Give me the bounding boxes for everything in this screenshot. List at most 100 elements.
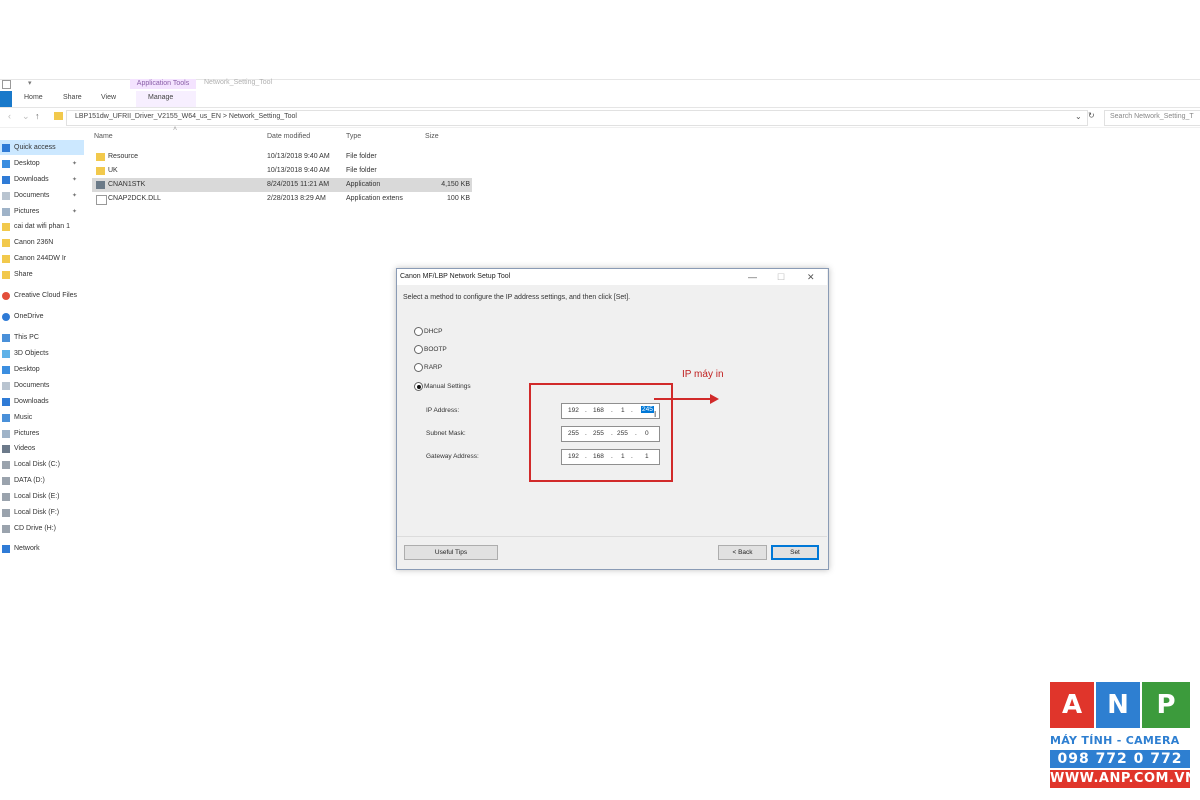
set-button[interactable]: Set — [771, 545, 819, 560]
dll-icon — [96, 195, 107, 205]
sidebar-item-label: Pictures — [14, 208, 40, 215]
sidebar-item[interactable]: OneDrive — [0, 309, 84, 324]
radio-dhcp[interactable] — [414, 327, 423, 336]
sidebar-item[interactable]: Local Disk (E:) — [0, 489, 84, 504]
radio-bootp[interactable] — [414, 345, 423, 354]
sidebar-item[interactable]: DATA (D:) — [0, 473, 84, 488]
sidebar-item-label: Documents — [14, 382, 50, 389]
chevron-down-icon[interactable]: ⌄ — [1075, 112, 1082, 121]
minimize-icon[interactable]: — — [748, 272, 757, 282]
sidebar-item[interactable]: Videos — [0, 441, 84, 456]
logo-website: WWW.ANP.COM.VN — [1050, 770, 1197, 788]
sidebar-item-label: Local Disk (F:) — [14, 509, 60, 516]
file-type: File folder — [346, 167, 377, 174]
pictures-icon — [2, 207, 10, 216]
sidebar-item-label: Canon 244DW Ir — [14, 255, 67, 262]
column-size[interactable]: Size — [425, 133, 439, 140]
properties-icon[interactable] — [2, 80, 11, 89]
sidebar-item-label: Local Disk (C:) — [14, 461, 60, 468]
up-arrow-icon[interactable]: ↑ — [35, 111, 40, 121]
sidebar-item[interactable]: 3D Objects — [0, 346, 84, 361]
drive-icon — [2, 508, 10, 517]
cloud-icon — [2, 291, 10, 300]
sidebar-item-label: This PC — [14, 334, 39, 341]
highlight-box — [529, 383, 673, 482]
file-size: 4,150 KB — [441, 181, 470, 188]
tab-view[interactable]: View — [101, 94, 116, 101]
file-name: CNAN1STK — [108, 181, 146, 188]
sidebar-item-label: CD Drive (H:) — [14, 525, 56, 532]
chevron-down-icon[interactable]: ⌄ — [22, 111, 30, 122]
star-icon — [2, 143, 10, 152]
dialog-divider — [397, 536, 827, 537]
close-icon[interactable]: ✕ — [807, 272, 815, 283]
sidebar-item[interactable]: Canon 244DW Ir — [0, 251, 84, 266]
desktop-icon — [2, 159, 10, 168]
sidebar-item[interactable]: Quick access — [0, 140, 84, 155]
download-icon — [2, 397, 10, 406]
file-row[interactable]: Resource 10/13/2018 9:40 AM File folder — [92, 150, 472, 164]
drive-icon — [2, 476, 10, 485]
sidebar-item[interactable]: Network — [0, 541, 84, 556]
sidebar-item-label: Desktop — [14, 160, 40, 167]
folder-icon — [96, 153, 105, 161]
file-date: 8/24/2015 11:21 AM — [267, 181, 330, 188]
sidebar-item-label: Quick access — [14, 144, 56, 151]
radio-label-manual-settings: Manual Settings — [424, 383, 471, 390]
breadcrumb[interactable]: LBP151dw_UFRII_Driver_V2155_W64_us_EN > … — [75, 113, 297, 120]
radio-manual-settings[interactable] — [414, 382, 423, 391]
cube-icon — [2, 349, 10, 358]
folder-icon — [96, 167, 105, 175]
sidebar-item[interactable]: Canon 236N — [0, 235, 84, 250]
folder-icon — [54, 112, 63, 120]
back-button[interactable]: < Back — [718, 545, 767, 560]
sidebar-item-label: Network — [14, 545, 40, 552]
onedrive-icon — [2, 312, 10, 321]
file-date: 2/28/2013 8:29 AM — [267, 195, 326, 202]
column-name[interactable]: Name — [94, 133, 113, 140]
sidebar-item-label: Videos — [14, 445, 36, 452]
column-date-modified[interactable]: Date modified — [267, 133, 310, 140]
logo-tile-n: N — [1096, 682, 1140, 728]
file-row[interactable]: CNAN1STK 8/24/2015 11:21 AM Application 4,1… — [92, 178, 472, 192]
annotation-arrow — [654, 398, 712, 400]
sidebar-item[interactable]: Music — [0, 410, 84, 425]
sidebar-item[interactable]: cai dat wifi phan 1 — [0, 219, 84, 234]
logo-tile-a: A — [1050, 682, 1094, 728]
sidebar-item[interactable]: Creative Cloud Files — [0, 288, 84, 303]
file-row[interactable]: UK 10/13/2018 9:40 AM File folder — [92, 164, 472, 178]
file-type: File folder — [346, 153, 377, 160]
tab-home[interactable]: Home — [24, 94, 43, 101]
sidebar-item[interactable]: Share — [0, 267, 84, 282]
music-icon — [2, 413, 10, 422]
tab-share[interactable]: Share — [63, 94, 82, 101]
sidebar-item-label: cai dat wifi phan 1 — [14, 223, 71, 230]
sidebar-item[interactable]: Local Disk (C:) — [0, 457, 84, 472]
refresh-icon[interactable]: ↻ — [1088, 111, 1095, 120]
videos-icon — [2, 444, 10, 453]
back-icon[interactable]: ‹ — [8, 111, 11, 121]
sidebar-item[interactable]: Desktop — [0, 362, 84, 377]
column-type[interactable]: Type — [346, 133, 361, 140]
useful-tips-button[interactable]: Useful Tips — [404, 545, 498, 560]
sidebar-item[interactable]: This PC — [0, 330, 84, 345]
sidebar-item-label: Canon 236N — [14, 239, 54, 246]
download-icon — [2, 175, 10, 184]
sidebar-item[interactable]: CD Drive (H:) — [0, 521, 84, 536]
sidebar-item[interactable]: Pictures — [0, 426, 84, 441]
file-tab[interactable] — [0, 91, 12, 107]
file-row[interactable]: CNAP2DCK.DLL 2/28/2013 8:29 AM Application… — [92, 192, 472, 206]
radio-label-rarp: RARP — [424, 364, 443, 371]
sidebar-item[interactable]: Downloads — [0, 394, 84, 409]
tab-manage[interactable]: Manage — [148, 94, 173, 101]
contextual-tab-application-tools: Application Tools — [130, 79, 196, 89]
sidebar-item[interactable]: Local Disk (F:) — [0, 505, 84, 520]
sort-up-icon: ˄ — [173, 126, 178, 133]
file-type: Application extens — [346, 195, 403, 202]
drive-icon — [2, 492, 10, 501]
toolbar-dropdown-icon[interactable]: ▾ — [28, 79, 32, 87]
sidebar-item[interactable]: Documents — [0, 378, 84, 393]
file-name: Resource — [108, 153, 138, 160]
radio-rarp[interactable] — [414, 363, 423, 372]
file-name: CNAP2DCK.DLL — [108, 195, 161, 202]
